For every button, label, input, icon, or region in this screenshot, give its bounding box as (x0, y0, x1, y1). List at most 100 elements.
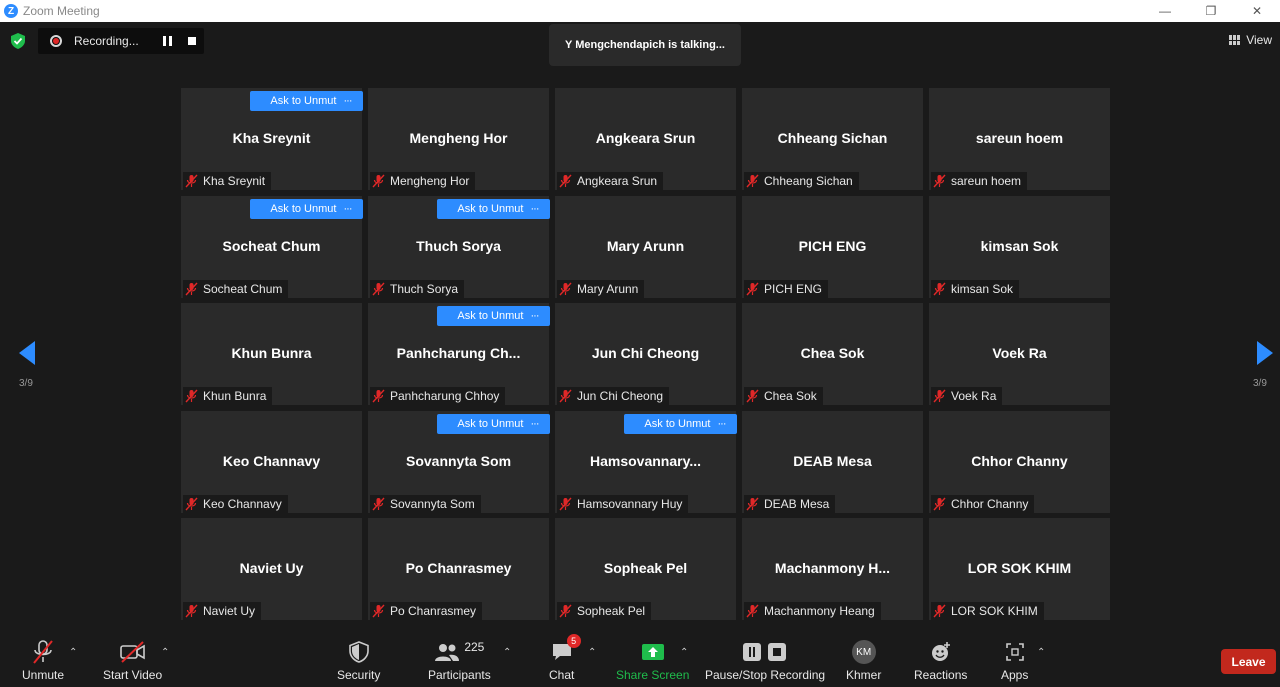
participant-name-bar: Chea Sok (744, 387, 823, 405)
participants-button[interactable]: 225 Participants (428, 638, 491, 682)
recording-dot-icon (50, 35, 62, 47)
share-screen-label: Share Screen (616, 668, 690, 682)
participant-tile[interactable]: Thuch Sorya Thuch Sorya Ask to Unmute ··· (368, 196, 550, 298)
participant-name: Chea Sok (764, 389, 817, 403)
participant-tile[interactable]: sareun hoem sareun hoem (929, 88, 1110, 190)
participant-tile[interactable]: Mary Arunn Mary Arunn (555, 196, 736, 298)
participant-tile[interactable]: LOR SOK KHIM LOR SOK KHIM (929, 518, 1110, 620)
more-options-icon[interactable]: ··· (524, 306, 545, 326)
participant-name: Mary Arunn (577, 282, 639, 296)
participant-tile[interactable]: Socheat Chum Socheat Chum Ask to Unmute ··· (181, 196, 363, 298)
more-options-icon[interactable]: ··· (337, 91, 358, 111)
participant-name: PICH ENG (764, 282, 823, 296)
participant-name-bar: kimsan Sok (931, 280, 1020, 298)
participant-display-name: Jun Chi Cheong (591, 345, 700, 361)
participant-tile[interactable]: Machanmony H... Machanmony Heang (742, 518, 923, 620)
participant-tile[interactable]: Keo Channavy Keo Channavy (181, 411, 362, 513)
participant-tile[interactable]: Chea Sok Chea Sok (742, 303, 923, 405)
participant-name-bar: Panhcharung Chhoy (370, 387, 506, 405)
mic-muted-icon (559, 282, 572, 296)
participant-tile[interactable]: Po Chanrasmey Po Chanrasmey (368, 518, 549, 620)
participant-tile[interactable]: Naviet Uy Naviet Uy (181, 518, 362, 620)
encryption-shield-icon[interactable] (11, 33, 25, 49)
participant-display-name: Chhor Channy (971, 453, 1068, 469)
participants-label: Participants (428, 668, 491, 682)
security-button[interactable]: Security (337, 638, 380, 682)
participant-name: Chheang Sichan (764, 174, 853, 188)
unmute-label: Unmute (22, 668, 65, 682)
share-options-chevron-up-icon[interactable]: ⌃ (680, 647, 688, 658)
participant-tile[interactable]: Chhor Channy Chhor Channy (929, 411, 1110, 513)
reactions-label: Reactions (914, 668, 968, 682)
recording-label: Recording... (74, 34, 139, 48)
participant-tile[interactable]: Voek Ra Voek Ra (929, 303, 1110, 405)
reactions-button[interactable]: Reactions (914, 638, 967, 682)
participant-name-bar: Machanmony Heang (744, 602, 881, 620)
participant-name: Angkeara Srun (577, 174, 658, 188)
view-label: View (1246, 33, 1272, 47)
participant-tile[interactable]: Angkeara Srun Angkeara Srun (555, 88, 736, 190)
stop-recording-icon[interactable] (188, 37, 196, 45)
start-video-button[interactable]: Start Video (103, 638, 162, 682)
mic-muted-icon (559, 604, 572, 618)
more-options-icon[interactable]: ··· (337, 199, 358, 219)
participant-tile[interactable]: Kha Sreynit Kha Sreynit Ask to Unmute ··· (181, 88, 363, 190)
more-options-icon[interactable]: ··· (524, 414, 545, 434)
previous-page-icon[interactable] (17, 340, 37, 366)
security-label: Security (337, 668, 381, 682)
pause-stop-recording-button[interactable]: Pause/Stop Recording (705, 638, 825, 682)
apps-button[interactable]: Apps (1001, 638, 1028, 682)
video-options-chevron-up-icon[interactable]: ⌃ (161, 647, 169, 658)
close-icon[interactable]: ✕ (1234, 0, 1280, 22)
reactions-smiley-icon (931, 642, 950, 661)
participant-tile[interactable]: Jun Chi Cheong Jun Chi Cheong (555, 303, 736, 405)
page-indicator-right: 3/9 (1253, 378, 1267, 389)
mic-muted-icon (933, 174, 946, 188)
participant-tile[interactable]: Panhcharung Ch... Panhcharung Chhoy Ask to… (368, 303, 550, 405)
more-options-icon[interactable]: ··· (711, 414, 732, 434)
chat-options-chevron-up-icon[interactable]: ⌃ (588, 647, 596, 658)
participant-name: kimsan Sok (951, 282, 1014, 296)
active-speaker-banner: Y Mengchendapich is talking... (549, 24, 741, 66)
participant-tile[interactable]: DEAB Mesa DEAB Mesa (742, 411, 923, 513)
minimize-icon[interactable]: — (1142, 0, 1188, 22)
participant-name-bar: Chheang Sichan (744, 172, 859, 190)
participants-icon (435, 644, 460, 661)
participant-tile[interactable]: Chheang Sichan Chheang Sichan (742, 88, 923, 190)
mic-muted-icon (933, 497, 946, 511)
view-button[interactable]: View (1229, 33, 1272, 47)
participant-tile[interactable]: Hamsovannary... Hamsovannary Huy Ask to Un… (555, 411, 737, 513)
participant-tile[interactable]: Mengheng Hor Mengheng Hor (368, 88, 549, 190)
participant-name-bar: Khun Bunra (183, 387, 273, 405)
mic-muted-icon (746, 282, 759, 296)
share-screen-button[interactable]: Share Screen (616, 638, 689, 682)
language-interpretation-button[interactable]: KM Khmer (846, 638, 881, 682)
mic-muted-icon (559, 389, 572, 403)
more-options-icon[interactable]: ··· (524, 199, 545, 219)
pause-recording-icon[interactable] (163, 36, 172, 46)
mic-muted-icon (372, 389, 385, 403)
audio-options-chevron-up-icon[interactable]: ⌃ (69, 647, 77, 658)
leave-button[interactable]: Leave (1221, 649, 1276, 674)
participant-tile[interactable]: Sopheak Pel Sopheak Pel (555, 518, 736, 620)
window-titlebar: Z Zoom Meeting — ❐ ✕ (0, 0, 1280, 22)
participant-display-name: Sopheak Pel (603, 560, 688, 576)
participant-display-name: Panhcharung Ch... (396, 345, 521, 361)
participant-tile[interactable]: Sovannyta Som Sovannyta Som Ask to Unmute ·… (368, 411, 550, 513)
participant-tile[interactable]: PICH ENG PICH ENG (742, 196, 923, 298)
next-page-icon[interactable] (1255, 340, 1275, 366)
participants-options-chevron-up-icon[interactable]: ⌃ (503, 647, 511, 658)
participant-name: Panhcharung Chhoy (390, 389, 500, 403)
mic-muted-icon (372, 497, 385, 511)
participant-tile[interactable]: kimsan Sok kimsan Sok (929, 196, 1110, 298)
participant-tile[interactable]: Khun Bunra Khun Bunra (181, 303, 362, 405)
start-video-label: Start Video (103, 668, 163, 682)
apps-icon (1005, 643, 1024, 661)
restore-icon[interactable]: ❐ (1188, 0, 1234, 22)
apps-options-chevron-up-icon[interactable]: ⌃ (1037, 647, 1045, 658)
share-screen-icon (641, 644, 664, 660)
chat-button[interactable]: 5 Chat (549, 634, 581, 682)
unmute-button[interactable]: Unmute (22, 638, 64, 682)
chat-unread-badge: 5 (566, 634, 581, 648)
zoom-logo-icon: Z (4, 4, 18, 18)
